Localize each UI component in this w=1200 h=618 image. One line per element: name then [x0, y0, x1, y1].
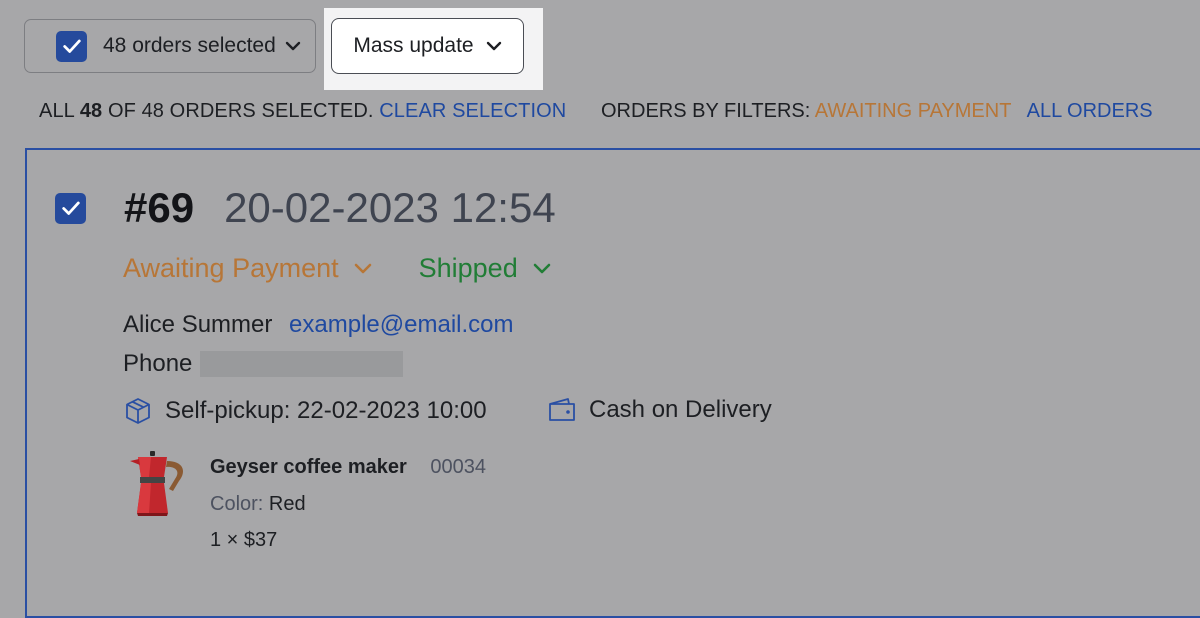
chevron-down-icon [285, 40, 301, 52]
order-statuses: Awaiting Payment Shipped [123, 253, 552, 284]
fulfillment-status-label: Shipped [418, 253, 518, 283]
clear-selection-link[interactable]: CLEAR SELECTION [379, 100, 566, 122]
delivery-text: Self-pickup: 22-02-2023 10:00 [165, 397, 487, 424]
selected-count-label: 48 orders selected [103, 34, 276, 57]
selection-count: 48 [79, 100, 103, 122]
payment-status-label: Awaiting Payment [123, 253, 339, 283]
order-card[interactable]: #69 20-02-2023 12:54 Awaiting Payment Sh… [25, 148, 1200, 618]
order-header: #69 20-02-2023 12:54 [55, 184, 556, 232]
product-quantity-price: 1 × $37 [210, 529, 278, 551]
select-all-checkbox[interactable] [56, 30, 87, 62]
payment-method-text: Cash on Delivery [589, 396, 772, 423]
payment-method: Cash on Delivery [547, 396, 772, 424]
chevron-down-icon [532, 262, 552, 276]
filters-bar: ORDERS BY FILTERS: AWAITING PAYMENT ALL … [601, 100, 1153, 123]
delivery-info: Self-pickup: 22-02-2023 10:00 [123, 396, 487, 426]
selection-summary: ALL 48 OF 48 ORDERS SELECTED. CLEAR SELE… [39, 100, 566, 123]
customer-phone: Phone [123, 350, 404, 378]
color-value: Red [268, 493, 306, 515]
mass-update-button[interactable]: Mass update [331, 18, 524, 74]
filter-all-orders-link[interactable]: ALL ORDERS [1027, 100, 1153, 122]
mass-update-label: Mass update [353, 34, 474, 57]
product-option: Color: Red [210, 493, 306, 516]
customer-email-link[interactable]: example@email.com [289, 311, 513, 338]
color-label: Color: [210, 493, 264, 515]
order-number[interactable]: #69 [124, 184, 194, 232]
fulfillment-status-dropdown[interactable]: Shipped [419, 253, 552, 284]
product-name-link[interactable]: Geyser coffee maker [210, 456, 407, 478]
phone-label: Phone [123, 350, 193, 377]
product-title: Geyser coffee maker 00034 [210, 456, 486, 479]
orders-selected-dropdown[interactable]: 48 orders selected [24, 19, 316, 73]
payment-status-dropdown[interactable]: Awaiting Payment [123, 253, 373, 284]
order-checkbox[interactable] [55, 192, 86, 224]
chevron-down-icon [486, 40, 502, 52]
filter-awaiting-payment-link[interactable]: AWAITING PAYMENT [815, 100, 1011, 122]
chevron-down-icon [353, 262, 373, 276]
customer-info: Alice Summer example@email.com [123, 311, 513, 339]
wallet-icon [547, 396, 577, 424]
package-icon [123, 396, 153, 426]
phone-redacted [200, 351, 404, 377]
selection-prefix: ALL [39, 100, 75, 122]
coffee-maker-image[interactable] [121, 449, 191, 519]
selection-suffix: OF 48 ORDERS SELECTED. [107, 100, 374, 122]
check-icon [61, 201, 80, 215]
product-sku: 00034 [430, 456, 486, 478]
order-date: 20-02-2023 12:54 [224, 184, 556, 231]
customer-name: Alice Summer [123, 311, 273, 338]
filters-label: ORDERS BY FILTERS: [601, 100, 811, 122]
check-icon [62, 39, 81, 53]
